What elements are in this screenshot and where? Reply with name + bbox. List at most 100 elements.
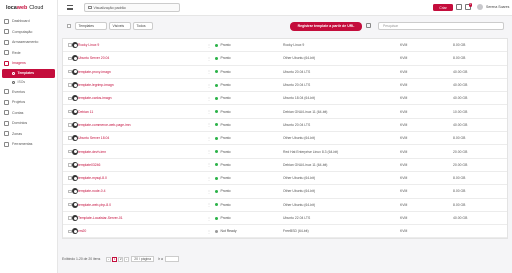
template-name-link[interactable]: template-web-php-8.0: [78, 203, 111, 207]
project-select[interactable]: Visualização padrão: [84, 3, 180, 12]
template-name-link[interactable]: template-proxy-imagn: [78, 70, 111, 74]
row-checkbox[interactable]: [68, 96, 72, 101]
bell-icon[interactable]: 1: [465, 3, 472, 10]
sidebar-subitem[interactable]: ISOs: [0, 78, 57, 87]
more-icon[interactable]: ⋮: [207, 189, 211, 194]
help-icon[interactable]: [456, 4, 462, 10]
table-row[interactable]: template-commerce-web-page-imn ⋮ Pronto Ubu…: [63, 119, 507, 133]
sidebar-item[interactable]: Eventos: [0, 87, 57, 98]
table-row[interactable]: template-node-0.4 ⋮ Pronto Other Ubuntu (64…: [63, 185, 507, 199]
row-checkbox[interactable]: [68, 43, 72, 47]
table-row[interactable]: template-legrimp-imagn ⋮ Pronto Ubuntu 20.0…: [63, 79, 507, 93]
row-checkbox[interactable]: [68, 136, 72, 140]
template-name-link[interactable]: Rocky Linux 9: [78, 43, 99, 47]
row-checkbox[interactable]: [68, 163, 72, 167]
template-name-link[interactable]: template-mysql-8.0: [78, 176, 107, 180]
sidebar-item[interactable]: Zonas: [0, 129, 57, 140]
scope-filter[interactable]: Visíveis: [109, 22, 131, 30]
zone-filter[interactable]: Todos: [133, 22, 153, 30]
select-all-checkbox[interactable]: [67, 24, 71, 28]
template-name-link[interactable]: template-legrimp-imagn: [78, 83, 114, 87]
avatar[interactable]: [477, 4, 483, 10]
sidebar-item[interactable]: Ferramentas: [0, 139, 57, 150]
sidebar-item-label: Imagens: [12, 61, 26, 66]
search-input[interactable]: Pesquisar: [378, 22, 504, 30]
templates-table: Rocky Linux 9 ⋮ Pronto Rocky Linux 9 KVM 8.00…: [62, 38, 508, 240]
row-checkbox[interactable]: [68, 69, 72, 74]
more-icon[interactable]: ⋮: [207, 43, 211, 48]
template-name-link[interactable]: vm20: [78, 229, 86, 233]
hypervisor-cell: KVM: [400, 136, 408, 141]
table-row[interactable]: template-web-php-8.0 ⋮ Pronto Other Ubuntu …: [63, 199, 507, 212]
create-button[interactable]: Criar: [433, 4, 453, 11]
row-checkbox[interactable]: [68, 109, 72, 114]
template-name-link[interactable]: template-carlos-imagn: [78, 96, 112, 100]
template-name-link[interactable]: template03246: [78, 163, 100, 167]
sidebar-item[interactable]: Projetos: [0, 97, 57, 108]
more-icon[interactable]: ⋮: [207, 136, 211, 141]
more-icon[interactable]: ⋮: [207, 162, 211, 167]
row-checkbox[interactable]: [68, 176, 72, 180]
table-row[interactable]: vm20 ⋮ Not Ready FreeBSD (64-bit) KVM: [63, 225, 507, 239]
template-name-link[interactable]: Ubuntu Server 20.04: [78, 56, 109, 60]
table-row[interactable]: template-proxy-imagn ⋮ Pronto Ubuntu 20.04 …: [63, 66, 507, 79]
row-checkbox[interactable]: [68, 229, 72, 234]
more-icon[interactable]: ⋮: [207, 69, 211, 74]
table-row[interactable]: template-mysql-8.0 ⋮ Pronto Other Ubuntu (6…: [63, 172, 507, 186]
more-icon[interactable]: ⋮: [207, 149, 211, 154]
row-checkbox[interactable]: [68, 149, 72, 154]
row-checkbox[interactable]: [68, 202, 72, 207]
menu-icon[interactable]: [67, 5, 73, 10]
row-checkbox[interactable]: [68, 216, 72, 220]
row-checkbox[interactable]: [68, 189, 72, 194]
template-name-link[interactable]: template-node-0.4: [78, 189, 106, 193]
table-row[interactable]: Ubuntu Server 18.04 ⋮ Pronto Other Ubuntu (…: [63, 132, 507, 146]
row-checkbox[interactable]: [68, 56, 72, 61]
size-cell: 8.00 GB: [453, 202, 466, 207]
template-name-link[interactable]: template-devh-imn: [78, 150, 106, 154]
table-row[interactable]: Ubuntu Server 20.04 ⋮ Pronto Other Ubuntu (…: [63, 52, 507, 66]
sidebar-item[interactable]: Computação: [0, 27, 57, 38]
sidebar-item[interactable]: Rede: [0, 48, 57, 59]
next-page-button[interactable]: ›: [124, 256, 130, 262]
sidebar-subitem[interactable]: Templates: [2, 68, 55, 78]
table-row[interactable]: template03246 ⋮ Pronto Debian GNU/Linux 11 …: [63, 159, 507, 172]
prev-page-button[interactable]: ‹: [106, 256, 112, 262]
sidebar-item[interactable]: Domínios: [0, 118, 57, 129]
sidebar-item[interactable]: Armazenamento: [0, 37, 57, 48]
more-icon[interactable]: ⋮: [207, 229, 211, 234]
goto-input[interactable]: [164, 256, 179, 262]
more-icon[interactable]: ⋮: [207, 109, 211, 114]
row-checkbox[interactable]: [68, 123, 72, 127]
user-name[interactable]: Serena Soares: [486, 5, 509, 9]
template-name-link[interactable]: Debian 11: [78, 110, 93, 114]
template-name-link[interactable]: Template-Localstar-Server-01: [78, 216, 123, 220]
per-page-select[interactable]: 20 / página: [131, 256, 155, 262]
table-row[interactable]: template-devh-imn ⋮ Pronto Red Hat Enterpri…: [63, 145, 507, 159]
sidebar-item[interactable]: Dashboard: [0, 16, 57, 27]
more-icon[interactable]: ⋮: [207, 202, 211, 207]
template-name-link[interactable]: Ubuntu Server 18.04: [78, 136, 109, 140]
sidebar-item[interactable]: Imagens: [0, 58, 57, 69]
table-row[interactable]: Rocky Linux 9 ⋮ Pronto Rocky Linux 9 KVM 8.00…: [63, 39, 507, 53]
row-checkbox[interactable]: [68, 83, 72, 87]
register-template-button[interactable]: Registrar template a partir de URL: [290, 21, 362, 31]
hypervisor-cell: KVM: [400, 176, 408, 181]
template-name-link[interactable]: template-commerce-web-page-imn: [78, 123, 131, 127]
page-button-current[interactable]: 1: [112, 256, 118, 262]
page-button[interactable]: 2: [118, 256, 124, 262]
type-filter[interactable]: Templates: [75, 22, 107, 30]
more-icon[interactable]: ⋮: [207, 216, 211, 221]
table-row[interactable]: template-carlos-imagn ⋮ Pronto Ubuntu 18.04…: [63, 92, 507, 106]
logo[interactable]: loca web Cloud: [0, 0, 57, 16]
more-icon[interactable]: ⋮: [207, 176, 211, 181]
sidebar-item[interactable]: Contas: [0, 108, 57, 119]
refresh-icon[interactable]: [366, 23, 371, 28]
table-row[interactable]: Debian 11 ⋮ Pronto Debian GNU/Linux 11 (64-…: [63, 105, 507, 119]
more-icon[interactable]: ⋮: [207, 56, 211, 61]
more-icon[interactable]: ⋮: [207, 122, 211, 127]
more-icon[interactable]: ⋮: [207, 96, 211, 101]
table-row[interactable]: Template-Localstar-Server-01 ⋮ Pronto Ubunt…: [63, 212, 507, 226]
os-type-cell: Other Ubuntu (64-bit): [283, 176, 316, 181]
more-icon[interactable]: ⋮: [207, 83, 211, 88]
